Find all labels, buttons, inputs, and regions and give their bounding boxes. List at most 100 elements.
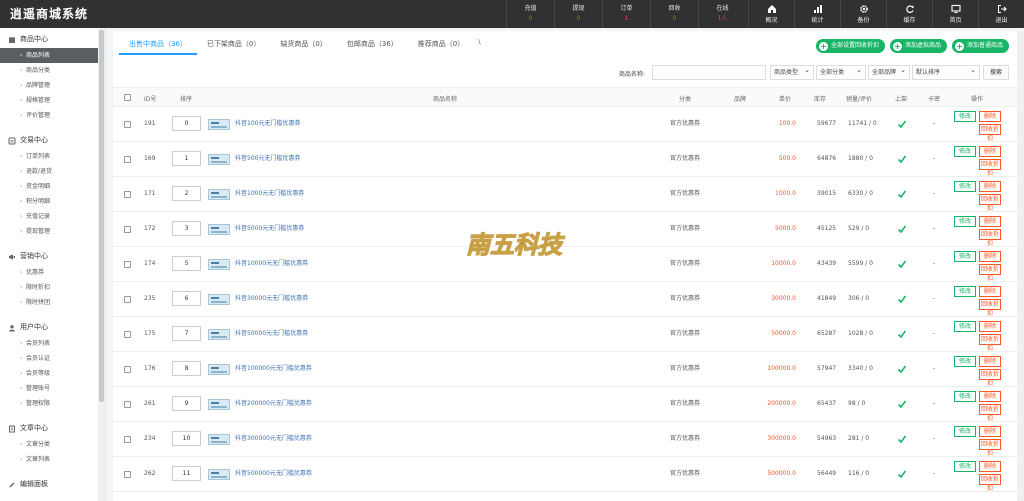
listed-check-icon[interactable] — [897, 224, 907, 234]
edit-button[interactable]: 修改 — [954, 286, 976, 297]
edit-button[interactable]: 修改 — [954, 251, 976, 262]
delete-button[interactable]: 删除 — [979, 181, 1001, 192]
search-button[interactable]: 搜索 — [983, 65, 1009, 80]
listed-check-icon[interactable] — [897, 469, 907, 479]
category-select[interactable]: 全部分类 — [816, 64, 866, 80]
sort-input[interactable]: 7 — [172, 326, 201, 341]
sidebar-scrollbar[interactable] — [98, 28, 105, 501]
sidebar-item[interactable]: 商品列表 — [0, 48, 105, 63]
header-nav-0[interactable]: 概况 — [748, 0, 794, 28]
delete-button[interactable]: 删除 — [979, 146, 1001, 157]
sort-input[interactable]: 11 — [172, 466, 201, 481]
edit-button[interactable]: 修改 — [954, 321, 976, 332]
sidebar-group-title[interactable]: 文章中心 — [0, 420, 105, 437]
sidebar-item[interactable]: 会员认证 — [0, 351, 105, 366]
recycle-discount-button[interactable]: 回收折扣 — [979, 264, 1001, 282]
row-checkbox[interactable] — [124, 226, 131, 233]
recycle-discount-button[interactable]: 回收折扣 — [979, 369, 1001, 387]
sort-input[interactable]: 0 — [172, 116, 201, 131]
sidebar-scrollbar-thumb[interactable] — [99, 30, 104, 402]
sort-input[interactable]: 8 — [172, 361, 201, 376]
edit-button[interactable]: 修改 — [954, 216, 976, 227]
sidebar-item[interactable]: 管理权限 — [0, 396, 105, 411]
edit-button[interactable]: 修改 — [954, 356, 976, 367]
sort-input[interactable]: 6 — [172, 291, 201, 306]
product-name-link[interactable]: 抖音100元无门槛优惠券 — [235, 120, 300, 128]
action-button-0[interactable]: + 全部设置回收折扣 — [815, 39, 885, 53]
recycle-discount-button[interactable]: 回收折扣 — [979, 124, 1001, 142]
tab-4[interactable]: 推荐商品（0） — [408, 37, 474, 55]
listed-check-icon[interactable] — [897, 329, 907, 339]
sidebar-group-title[interactable]: 商品中心 — [0, 31, 105, 48]
sidebar-item[interactable]: 限时拼团 — [0, 295, 105, 310]
listed-check-icon[interactable] — [897, 119, 907, 129]
product-name-link[interactable]: 抖音100000元无门槛优惠券 — [235, 365, 312, 373]
edit-button[interactable]: 修改 — [954, 111, 976, 122]
delete-button[interactable]: 删除 — [979, 391, 1001, 402]
header-nav-4[interactable]: 首页 — [932, 0, 978, 28]
recycle-discount-button[interactable]: 回收折扣 — [979, 159, 1001, 177]
sidebar-group-title[interactable]: 编辑面板 — [0, 476, 105, 493]
main-scrollbar[interactable] — [1017, 31, 1024, 501]
delete-button[interactable]: 删除 — [979, 216, 1001, 227]
sort-input[interactable]: 2 — [172, 186, 201, 201]
delete-button[interactable]: 删除 — [979, 251, 1001, 262]
sidebar-item[interactable]: 限时折扣 — [0, 280, 105, 295]
listed-check-icon[interactable] — [897, 364, 907, 374]
action-button-2[interactable]: + 添加普通商品 — [951, 39, 1009, 53]
tab-1[interactable]: 已下架商品（0） — [197, 37, 270, 55]
listed-check-icon[interactable] — [897, 259, 907, 269]
delete-button[interactable]: 删除 — [979, 461, 1001, 472]
sort-input[interactable]: 10 — [172, 431, 201, 446]
tab-3[interactable]: 包邮商品（36） — [337, 37, 408, 55]
sidebar-item[interactable]: 会员列表 — [0, 336, 105, 351]
sidebar-item[interactable]: 文章列表 — [0, 452, 105, 467]
delete-button[interactable]: 删除 — [979, 111, 1001, 122]
sidebar-item[interactable]: 充值记录 — [0, 209, 105, 224]
product-name-link[interactable]: 抖音300000元无门槛优惠券 — [235, 435, 312, 443]
listed-check-icon[interactable] — [897, 154, 907, 164]
sort-input[interactable]: 9 — [172, 396, 201, 411]
sort-input[interactable]: 3 — [172, 221, 201, 236]
listed-check-icon[interactable] — [897, 399, 907, 409]
sidebar-item[interactable]: 资金明细 — [0, 179, 105, 194]
edit-button[interactable]: 修改 — [954, 181, 976, 192]
sidebar-item[interactable]: 会员等级 — [0, 366, 105, 381]
listed-check-icon[interactable] — [897, 189, 907, 199]
row-checkbox[interactable] — [124, 401, 131, 408]
row-checkbox[interactable] — [124, 296, 131, 303]
sidebar-item[interactable]: 订单列表 — [0, 149, 105, 164]
sidebar-item[interactable]: 品牌管理 — [0, 78, 105, 93]
row-checkbox[interactable] — [124, 191, 131, 198]
header-nav-5[interactable]: 退出 — [978, 0, 1024, 28]
sort-select[interactable]: 默认排序 — [912, 64, 980, 80]
header-stat-2[interactable]: 订单 1 — [602, 0, 650, 28]
action-button-1[interactable]: + 添加虚拟商品 — [889, 39, 947, 53]
product-name-link[interactable]: 抖音50000元无门槛优惠券 — [235, 330, 308, 338]
recycle-discount-button[interactable]: 回收折扣 — [979, 439, 1001, 457]
listed-check-icon[interactable] — [897, 434, 907, 444]
row-checkbox[interactable] — [124, 331, 131, 338]
row-checkbox[interactable] — [124, 436, 131, 443]
recycle-discount-button[interactable]: 回收折扣 — [979, 299, 1001, 317]
sidebar-item[interactable]: 商品分类 — [0, 63, 105, 78]
sidebar-group-title[interactable]: 用户中心 — [0, 319, 105, 336]
sidebar-item[interactable]: 文章分类 — [0, 437, 105, 452]
product-name-link[interactable]: 抖音500元无门槛优惠券 — [235, 155, 300, 163]
delete-button[interactable]: 删除 — [979, 426, 1001, 437]
tab-2[interactable]: 缺货商品（0） — [270, 37, 336, 55]
row-checkbox[interactable] — [124, 471, 131, 478]
sidebar-item[interactable]: 评价管理 — [0, 108, 105, 123]
header-stat-0[interactable]: 充值 0 — [506, 0, 554, 28]
product-name-link[interactable]: 抖音1000元无门槛优惠券 — [235, 190, 304, 198]
recycle-discount-button[interactable]: 回收折扣 — [979, 194, 1001, 212]
product-type-select[interactable]: 商品类型 — [770, 64, 814, 80]
sidebar-group-title[interactable]: 营销中心 — [0, 248, 105, 265]
edit-button[interactable]: 修改 — [954, 391, 976, 402]
product-name-link[interactable]: 抖音200000元无门槛优惠券 — [235, 400, 312, 408]
sort-input[interactable]: 5 — [172, 256, 201, 271]
product-name-link[interactable]: 抖音30000元无门槛优惠券 — [235, 295, 308, 303]
recycle-discount-button[interactable]: 回收折扣 — [979, 474, 1001, 492]
header-nav-3[interactable]: 缓存 — [886, 0, 932, 28]
row-checkbox[interactable] — [124, 121, 131, 128]
